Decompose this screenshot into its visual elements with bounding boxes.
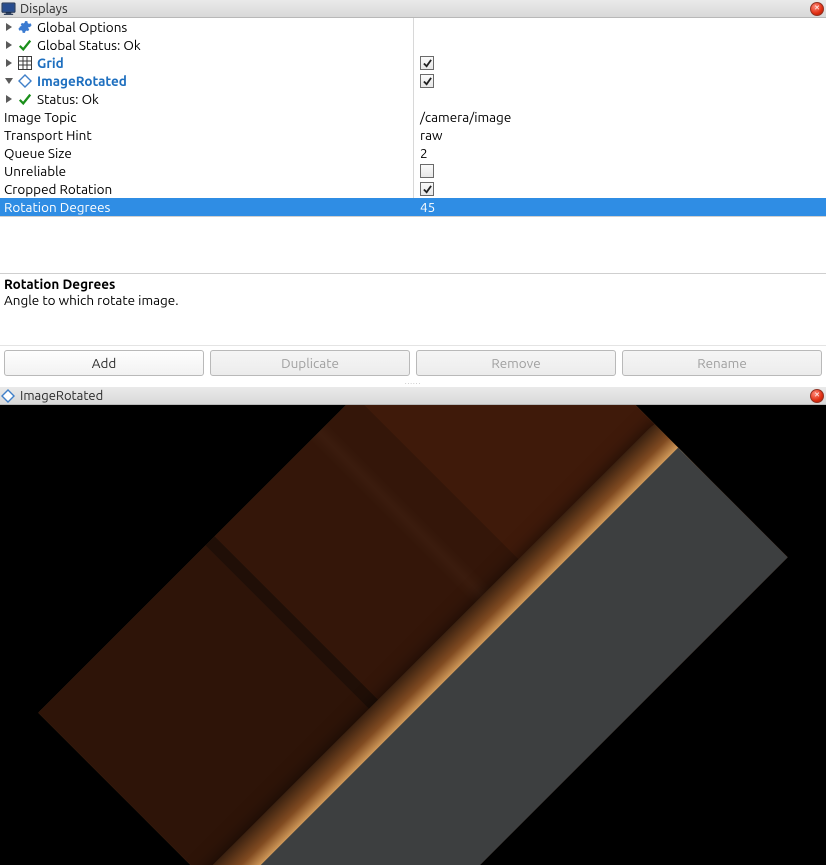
image-viewport[interactable]	[0, 405, 826, 865]
prop-label: Image Topic	[4, 109, 77, 125]
property-description-box: Rotation Degrees Angle to which rotate i…	[0, 273, 826, 345]
displays-panel-titlebar: Displays	[0, 0, 826, 18]
prop-value[interactable]: /camera/image	[420, 109, 511, 125]
gear-icon	[17, 19, 33, 35]
expand-icon[interactable]	[4, 22, 14, 32]
imagerotated-panel-title: ImageRotated	[20, 389, 810, 403]
displays-panel-title: Displays	[20, 2, 810, 16]
tree-item-imagerotated[interactable]: ImageRotated	[0, 72, 826, 90]
tree-label: Global Status: Ok	[37, 37, 141, 53]
prop-value[interactable]: 2	[420, 145, 428, 161]
prop-label: Queue Size	[4, 145, 72, 161]
prop-unreliable[interactable]: Unreliable	[0, 162, 826, 180]
prop-transport-hint[interactable]: Transport Hint raw	[0, 126, 826, 144]
tree-label: Grid	[37, 55, 64, 71]
tree-item-imagerotated-status[interactable]: Status: Ok	[0, 90, 826, 108]
imagerotated-panel-titlebar: ImageRotated	[0, 387, 826, 405]
prop-value[interactable]: raw	[420, 127, 443, 143]
prop-label: Rotation Degrees	[4, 199, 110, 215]
tree-splitter[interactable]	[0, 216, 826, 226]
tree-item-global-options[interactable]: Global Options	[0, 18, 826, 36]
monitor-icon	[0, 1, 16, 17]
prop-image-topic[interactable]: Image Topic /camera/image	[0, 108, 826, 126]
description-body: Angle to which rotate image.	[4, 292, 822, 308]
prop-queue-size[interactable]: Queue Size 2	[0, 144, 826, 162]
tree-label: Status: Ok	[37, 91, 99, 107]
rename-button[interactable]: Rename	[622, 350, 822, 376]
displays-panel-close-button[interactable]	[810, 2, 824, 16]
tree-item-global-status[interactable]: Global Status: Ok	[0, 36, 826, 54]
check-icon	[17, 91, 33, 107]
grid-icon	[17, 55, 33, 71]
collapse-icon[interactable]	[4, 76, 14, 86]
imagerotated-panel-close-button[interactable]	[810, 389, 824, 403]
diamond-icon	[17, 73, 33, 89]
rotated-image	[38, 405, 788, 865]
prop-label: Transport Hint	[4, 127, 92, 143]
prop-label: Unreliable	[4, 163, 66, 179]
prop-label: Cropped Rotation	[4, 181, 112, 197]
expand-icon[interactable]	[4, 40, 14, 50]
imagerotated-enabled-checkbox[interactable]	[420, 74, 434, 88]
check-icon	[17, 37, 33, 53]
grid-enabled-checkbox[interactable]	[420, 56, 434, 70]
tree-item-grid[interactable]: Grid	[0, 54, 826, 72]
tree-label: ImageRotated	[37, 73, 127, 89]
remove-button[interactable]: Remove	[416, 350, 616, 376]
expand-icon[interactable]	[4, 94, 14, 104]
prop-value[interactable]: 45	[420, 199, 435, 215]
expand-icon[interactable]	[4, 58, 14, 68]
add-button[interactable]: Add	[4, 350, 204, 376]
panel-resize-grip[interactable]: ······	[0, 380, 826, 387]
cropped-rotation-checkbox[interactable]	[420, 182, 434, 196]
prop-rotation-degrees[interactable]: Rotation Degrees 45	[0, 198, 826, 216]
unreliable-checkbox[interactable]	[420, 164, 434, 178]
displays-tree[interactable]: Global Options Global Status: Ok Grid	[0, 18, 826, 273]
prop-cropped-rotation[interactable]: Cropped Rotation	[0, 180, 826, 198]
description-title: Rotation Degrees	[4, 276, 822, 292]
tree-label: Global Options	[37, 19, 127, 35]
duplicate-button[interactable]: Duplicate	[210, 350, 410, 376]
displays-button-row: Add Duplicate Remove Rename	[0, 345, 826, 380]
diamond-icon	[0, 388, 16, 404]
